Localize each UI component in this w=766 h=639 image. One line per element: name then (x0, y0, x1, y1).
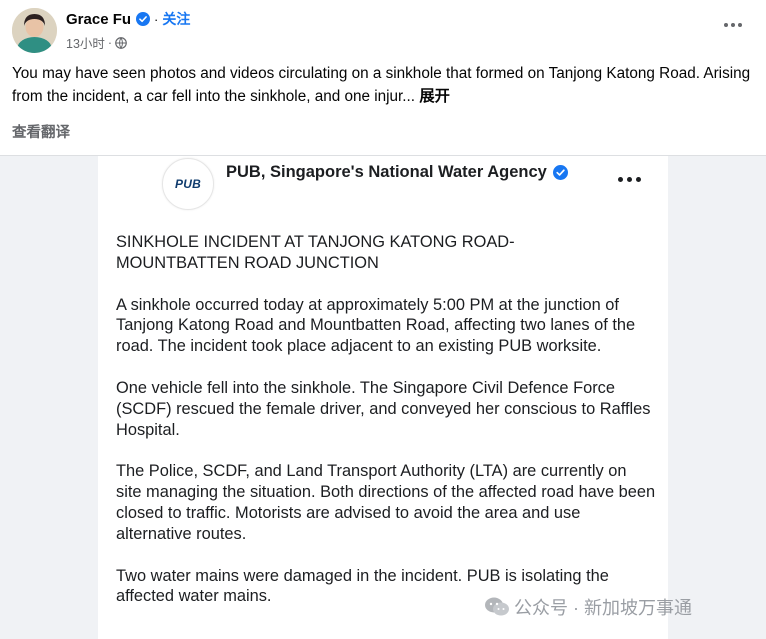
incident-notice: SINKHOLE INCIDENT AT TANJONG KATONG ROAD… (116, 232, 656, 628)
notice-paragraph: A sinkhole occurred today at approximate… (116, 295, 636, 356)
notice-paragraph: One vehicle fell into the sinkhole. The … (116, 378, 651, 439)
pub-page-name: PUB, Singapore's National Water Agency (226, 163, 547, 181)
author-separator: · (154, 11, 159, 27)
notice-headline: SINKHOLE INCIDENT AT TANJONG KATONG ROAD… (116, 232, 656, 274)
follow-button[interactable]: 关注 (162, 9, 190, 29)
watermark: 公众号 · 新加坡万事通 (484, 594, 692, 620)
notice-paragraph: The Police, SCDF, and Land Transport Aut… (116, 462, 656, 543)
author-avatar[interactable] (12, 8, 57, 53)
pub-post-screenshot: PUB PUB, Singapore's National Water Agen… (98, 156, 668, 639)
watermark-text: 公众号 · 新加坡万事通 (514, 598, 692, 618)
shared-image[interactable]: PUB PUB, Singapore's National Water Agen… (0, 155, 766, 639)
facebook-post-card: Grace Fu · 关注 13小时 · You may have seen p… (0, 0, 766, 639)
see-translation-link[interactable]: 查看翻译 (12, 121, 70, 142)
notice-headline-line1: SINKHOLE INCIDENT AT TANJONG KATONG ROAD… (116, 233, 515, 251)
pub-header: PUB, Singapore's National Water Agency (226, 163, 568, 182)
pub-logo-text: PUB (175, 177, 201, 191)
wechat-icon (485, 597, 509, 616)
post-body: You may have seen photos and videos circ… (12, 65, 751, 105)
notice-headline-line2: MOUNTBATTEN ROAD JUNCTION (116, 253, 379, 272)
pub-verified-badge-icon (552, 165, 568, 180)
post-meta: 13小时 · (66, 33, 127, 52)
post-text: You may have seen photos and videos circ… (12, 62, 752, 108)
see-more-link[interactable]: 展开 (419, 88, 450, 105)
post-timestamp[interactable]: 13小时 (66, 33, 105, 52)
more-options-icon[interactable] (720, 15, 746, 35)
verified-badge-icon (136, 12, 151, 26)
author-name[interactable]: Grace Fu (66, 11, 131, 28)
pub-more-options-icon (616, 177, 643, 182)
meta-separator: · (107, 35, 113, 50)
pub-logo: PUB (162, 158, 214, 210)
author-row: Grace Fu · 关注 (66, 9, 190, 29)
globe-icon[interactable] (115, 36, 127, 49)
